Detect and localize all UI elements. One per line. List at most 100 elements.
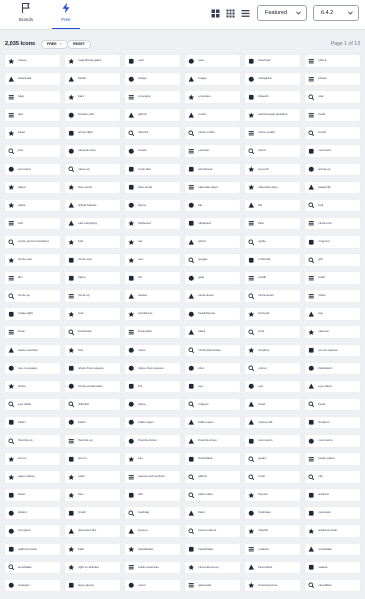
icon-card[interactable]: file — [245, 199, 300, 212]
icon-card[interactable]: star — [305, 91, 360, 103]
icon-card[interactable]: circle-up — [65, 290, 120, 302]
icon-card[interactable]: thumbtack — [185, 453, 240, 465]
icon-card[interactable]: folder-open — [125, 416, 180, 429]
list-icon[interactable] — [241, 9, 250, 18]
icon-card[interactable]: gamepad — [185, 579, 240, 592]
icon-card[interactable]: lock — [65, 308, 120, 320]
icon-card[interactable]: circle-exclamation — [65, 380, 120, 393]
icon-card[interactable]: youtube — [185, 145, 240, 158]
icon-card[interactable]: barcode — [245, 308, 300, 320]
icon-card[interactable]: paper-plane — [305, 453, 360, 465]
icon-card[interactable]: folder — [65, 416, 120, 429]
icon-card[interactable]: heart — [305, 109, 360, 121]
icon-card[interactable]: envelope — [125, 91, 180, 103]
icon-card[interactable]: address-book — [5, 543, 60, 556]
icon-card[interactable]: address-book — [305, 525, 360, 538]
icon-card[interactable]: hippo — [65, 272, 120, 284]
icon-card[interactable]: wordpress — [125, 308, 180, 320]
icon-card[interactable]: stack-overflow — [5, 344, 60, 357]
icon-card[interactable]: inbox — [305, 290, 360, 302]
icon-card[interactable]: bookmark — [125, 326, 180, 338]
tab-brands[interactable]: Brands — [12, 2, 40, 22]
icon-card[interactable]: shield-halved — [65, 199, 120, 212]
icon-card[interactable]: cloud — [245, 145, 300, 158]
icon-card[interactable]: ticket — [5, 489, 60, 501]
icon-card[interactable]: person-dress — [185, 525, 240, 538]
icon-card[interactable]: google — [185, 254, 240, 266]
icon-card[interactable]: plane — [125, 398, 180, 411]
icon-card[interactable]: bell — [305, 199, 360, 212]
icon-card[interactable]: magnet — [185, 398, 240, 411]
icon-card[interactable]: clipboard — [125, 217, 180, 230]
icon-card[interactable]: comments — [245, 434, 300, 447]
icon-card[interactable]: caret-up — [65, 163, 120, 176]
icon-card[interactable]: handshake — [185, 543, 240, 556]
icon-card[interactable]: sliders — [5, 507, 60, 519]
icon-card[interactable]: tag — [305, 308, 360, 320]
icon-card[interactable]: face-smile — [65, 181, 120, 194]
icon-card[interactable]: shopify — [245, 525, 300, 538]
grid-small-icon[interactable] — [226, 9, 235, 18]
icon-card[interactable]: circle-down — [185, 290, 240, 302]
icon-card[interactable]: gear — [185, 272, 240, 284]
icon-card[interactable]: truck — [245, 471, 300, 483]
filter-chip-free[interactable]: FREE × — [41, 40, 68, 49]
icon-card[interactable]: lemon — [5, 453, 60, 465]
icon-card[interactable]: minus — [245, 362, 300, 375]
icon-card[interactable]: wordpress — [185, 163, 240, 176]
icon-card[interactable]: cart-shopping — [65, 217, 120, 230]
icon-card[interactable]: camera — [305, 326, 360, 338]
icon-card[interactable]: hashtag — [125, 507, 180, 519]
icon-card[interactable]: right-to-bracket — [65, 561, 120, 574]
icon-card[interactable]: arrow-up — [305, 163, 360, 176]
icon-card[interactable]: compass — [305, 507, 360, 519]
icon-card[interactable]: location-dot — [65, 109, 120, 121]
icon-card[interactable]: plus — [185, 362, 240, 375]
icon-card[interactable]: face-smile — [125, 181, 180, 194]
icon-card[interactable]: gift — [305, 254, 360, 266]
tab-free[interactable]: Free — [52, 2, 80, 29]
icon-card[interactable]: money-bill — [245, 416, 300, 429]
icon-card[interactable]: thumbs-up — [65, 434, 120, 447]
icon-card[interactable]: trash — [305, 272, 360, 284]
icon-card[interactable]: thumbs-up — [5, 434, 60, 447]
icon-card[interactable]: comment — [305, 145, 360, 158]
icon-card[interactable]: android — [305, 489, 360, 501]
icon-card[interactable]: truck-fast — [125, 163, 180, 176]
icon-card[interactable]: brush — [65, 507, 120, 519]
icon-card[interactable]: circle-down — [245, 290, 300, 302]
icon-card[interactable]: handshake — [125, 543, 180, 556]
icon-card[interactable]: star — [5, 109, 60, 121]
icon-card[interactable]: eye — [185, 380, 240, 393]
icon-card[interactable]: instagram — [245, 73, 300, 85]
icon-card[interactable]: lemon — [65, 453, 120, 465]
icon-card[interactable]: arrow-up-from-bracket — [5, 235, 60, 248]
icon-card[interactable]: wand-magic-sparkles — [245, 109, 300, 121]
icon-card[interactable]: circle-xmark — [245, 127, 300, 139]
icon-card[interactable]: dumpster-fire — [65, 525, 120, 538]
reset-button[interactable]: RESET — [67, 40, 91, 49]
icon-card[interactable]: heart — [5, 127, 60, 139]
icon-card[interactable]: ghost — [185, 235, 240, 248]
icon-card[interactable]: users — [125, 579, 180, 592]
icon-card[interactable]: user — [185, 55, 240, 67]
icon-card[interactable]: github — [125, 109, 180, 121]
icon-card[interactable]: circle-up — [5, 290, 60, 302]
icon-card[interactable]: headphones — [185, 308, 240, 320]
icon-card[interactable]: thumbs-down — [125, 434, 180, 447]
icon-card[interactable]: font — [65, 344, 120, 357]
icon-card[interactable]: apple — [245, 235, 300, 248]
icon-card[interactable]: gears — [245, 453, 300, 465]
icon-card[interactable]: hand — [245, 398, 300, 411]
icon-card[interactable]: paperclip — [305, 181, 360, 194]
icon-card[interactable]: film — [5, 272, 60, 284]
icon-card[interactable]: codepen — [5, 579, 60, 592]
icon-card[interactable]: image — [185, 73, 240, 85]
icon-card[interactable]: linkedin — [245, 91, 300, 103]
icon-card[interactable]: magnifying-glass — [65, 55, 120, 67]
icon-card[interactable]: business-time — [245, 579, 300, 592]
icon-card[interactable]: compass — [5, 525, 60, 538]
icon-card[interactable]: dropbox — [305, 416, 360, 429]
icon-card[interactable]: folder — [5, 416, 60, 429]
icon-card[interactable]: bicycle — [245, 489, 300, 501]
